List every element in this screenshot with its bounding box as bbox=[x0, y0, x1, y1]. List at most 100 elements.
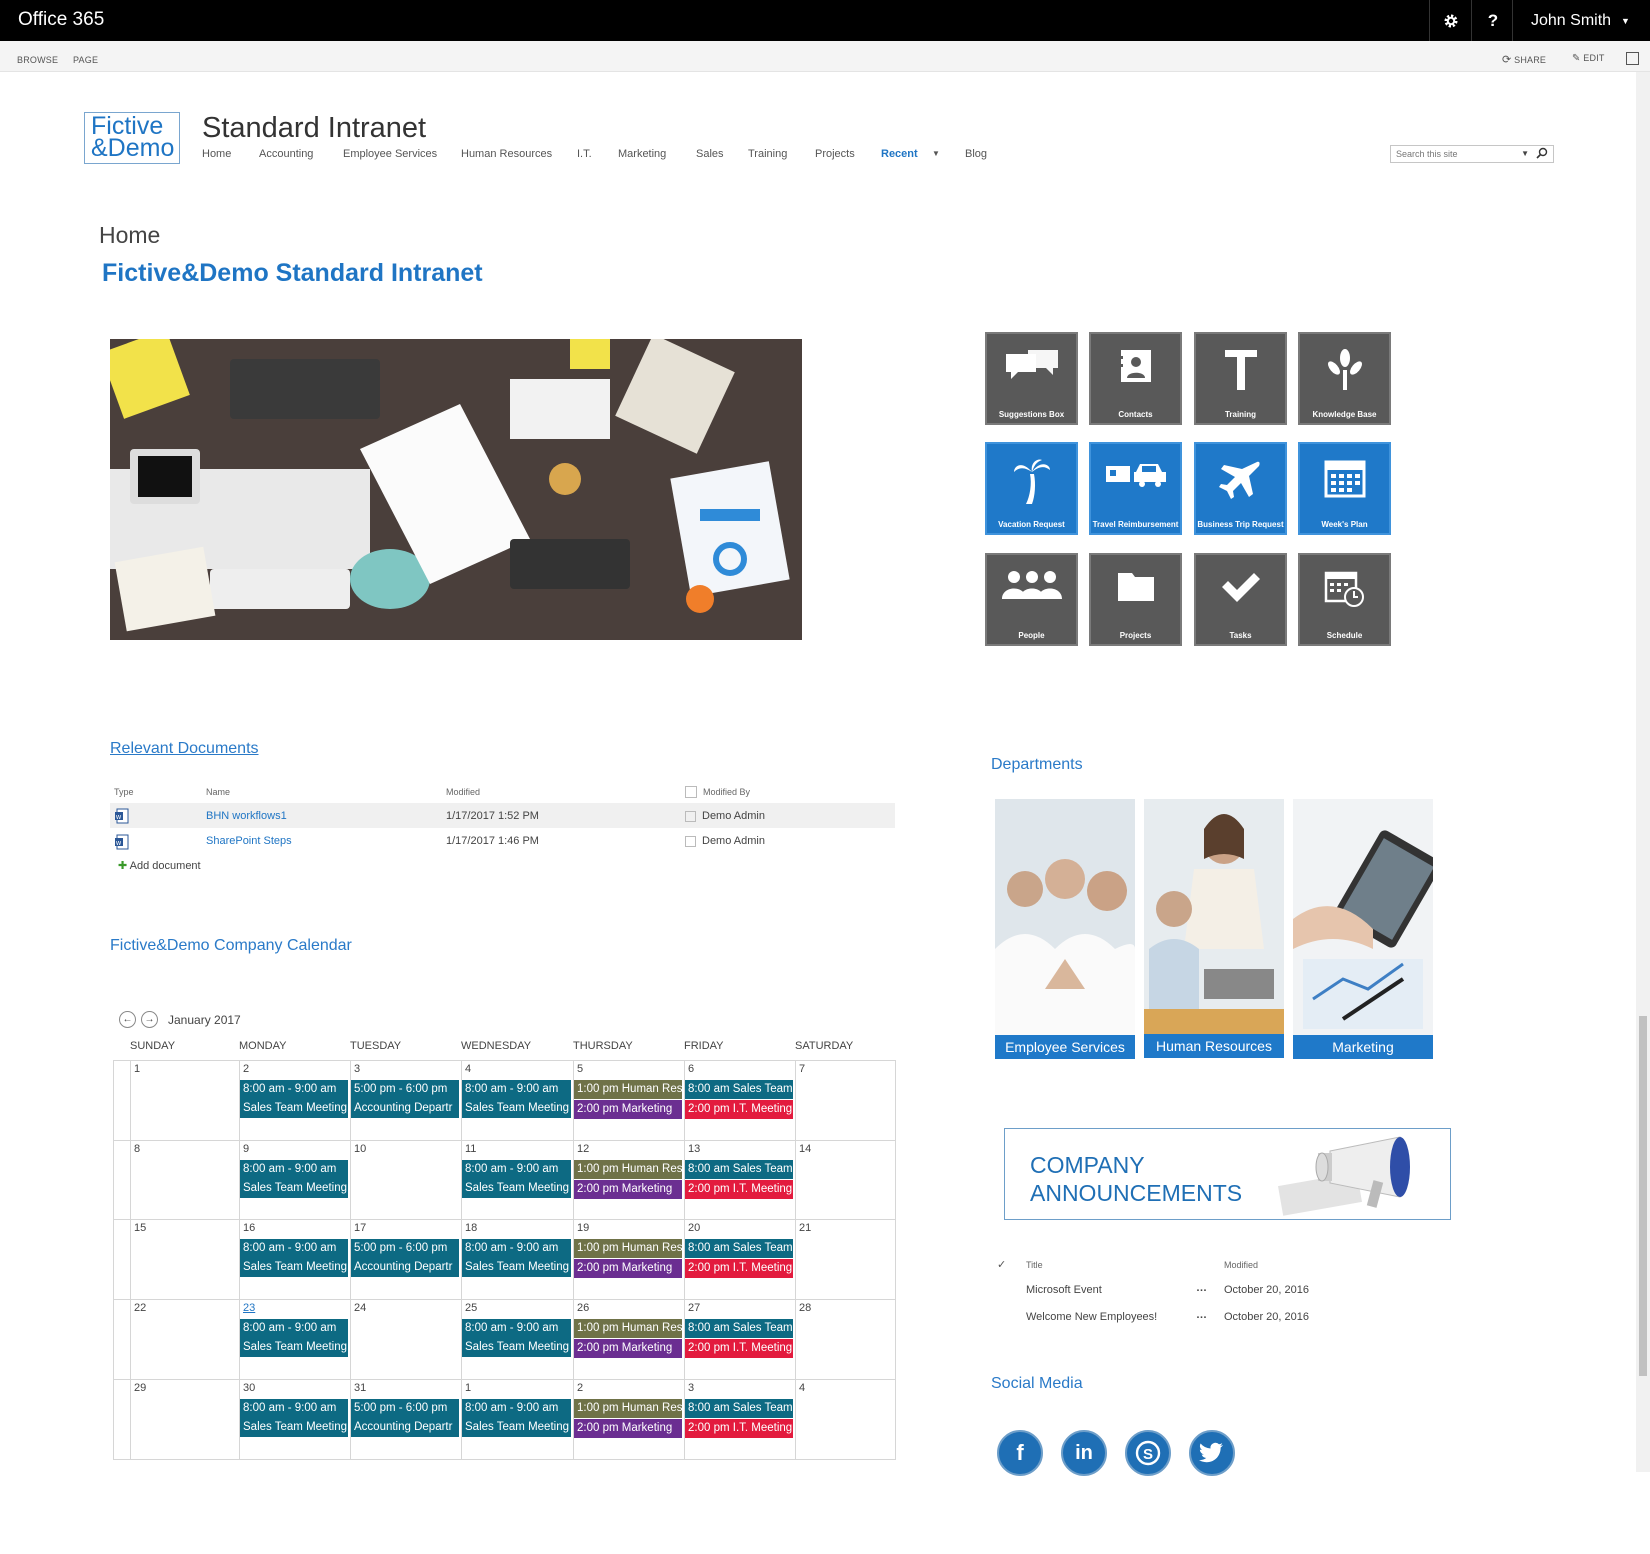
word-doc-icon[interactable]: w bbox=[114, 834, 130, 855]
tile-weeks-plan[interactable]: Week's Plan bbox=[1298, 442, 1391, 535]
col-modified[interactable]: Modified bbox=[446, 787, 480, 797]
user-menu[interactable]: John Smith ▼ bbox=[1512, 0, 1650, 41]
tile-tasks[interactable]: Tasks bbox=[1194, 553, 1287, 646]
nav-marketing[interactable]: Marketing bbox=[618, 148, 666, 160]
nav-accounting[interactable]: Accounting bbox=[259, 148, 313, 160]
event-it-meeting[interactable]: 2:00 pm I.T. Meeting bbox=[685, 1339, 793, 1358]
calendar-title[interactable]: Fictive&Demo Company Calendar bbox=[110, 937, 352, 955]
calendar-day-number[interactable]: 17 bbox=[354, 1222, 366, 1234]
event-sales-team-meeting[interactable]: Sales Team Meeting bbox=[240, 1418, 348, 1437]
nav-recent[interactable]: Recent bbox=[881, 148, 918, 160]
event-human-resources[interactable]: 1:00 pm Human Res bbox=[574, 1160, 682, 1179]
calendar-day-number[interactable]: 28 bbox=[799, 1302, 811, 1314]
event-human-resources[interactable]: 1:00 pm Human Res bbox=[574, 1239, 682, 1258]
calendar-day-number[interactable]: 22 bbox=[134, 1302, 146, 1314]
tile-vacation-request[interactable]: Vacation Request bbox=[985, 442, 1078, 535]
calendar-day-number[interactable]: 1 bbox=[134, 1063, 140, 1075]
event-sales-team[interactable]: 8:00 am Sales Team bbox=[685, 1080, 793, 1099]
calendar-day-number[interactable]: 16 bbox=[243, 1222, 255, 1234]
event-sales-team-meeting[interactable]: 8:00 am - 9:00 am bbox=[462, 1399, 571, 1418]
event-sales-team-meeting[interactable]: Sales Team Meeting bbox=[462, 1258, 571, 1277]
dept-human-resources[interactable] bbox=[1144, 799, 1284, 1039]
scrollbar-thumb[interactable] bbox=[1639, 1016, 1647, 1376]
settings-button[interactable] bbox=[1429, 0, 1472, 41]
event-sales-team-meeting[interactable]: Sales Team Meeting bbox=[462, 1099, 571, 1118]
col-type[interactable]: Type bbox=[114, 787, 134, 797]
event-accounting-department[interactable]: 5:00 pm - 6:00 pm bbox=[351, 1399, 459, 1418]
calendar-day-number[interactable]: 4 bbox=[465, 1063, 471, 1075]
calendar-day-number[interactable]: 30 bbox=[243, 1382, 255, 1394]
nav-training[interactable]: Training bbox=[748, 148, 787, 160]
site-logo[interactable]: Fictive &Demo bbox=[84, 112, 180, 164]
nav-projects[interactable]: Projects bbox=[815, 148, 855, 160]
chevron-down-icon[interactable]: ▼ bbox=[932, 149, 940, 158]
focus-mode-icon[interactable] bbox=[1626, 52, 1639, 65]
calendar-day-number[interactable]: 20 bbox=[688, 1222, 700, 1234]
calendar-day-number[interactable]: 14 bbox=[799, 1143, 811, 1155]
event-it-meeting[interactable]: 2:00 pm I.T. Meeting bbox=[685, 1259, 793, 1278]
event-it-meeting[interactable]: 2:00 pm I.T. Meeting bbox=[685, 1180, 793, 1199]
vertical-scrollbar[interactable] bbox=[1636, 72, 1650, 1472]
tab-browse[interactable]: BROWSE bbox=[17, 55, 58, 65]
tab-page[interactable]: PAGE bbox=[73, 55, 98, 65]
event-human-resources[interactable]: 1:00 pm Human Res bbox=[574, 1399, 682, 1418]
event-accounting-department[interactable]: Accounting Departr bbox=[351, 1099, 459, 1118]
event-sales-team-meeting[interactable]: Sales Team Meeting bbox=[240, 1099, 348, 1118]
event-accounting-department[interactable]: 5:00 pm - 6:00 pm bbox=[351, 1239, 459, 1258]
dropdown-arrow-icon[interactable]: ▼ bbox=[1521, 149, 1529, 158]
tile-people[interactable]: People bbox=[985, 553, 1078, 646]
doc-modified-by[interactable]: Demo Admin bbox=[702, 810, 765, 822]
calendar-day-number[interactable]: 2 bbox=[243, 1063, 249, 1075]
event-sales-team[interactable]: 8:00 am Sales Team bbox=[685, 1399, 793, 1418]
share-button[interactable]: ⟳ SHARE bbox=[1502, 53, 1546, 66]
dept-employee-services[interactable] bbox=[995, 799, 1135, 1039]
tile-training[interactable]: Training bbox=[1194, 332, 1287, 425]
event-human-resources[interactable]: 1:00 pm Human Res bbox=[574, 1319, 682, 1338]
event-sales-team-meeting[interactable]: 8:00 am - 9:00 am bbox=[240, 1160, 348, 1179]
event-sales-team-meeting[interactable]: 8:00 am - 9:00 am bbox=[240, 1080, 348, 1099]
col-modified[interactable]: Modified bbox=[1224, 1260, 1258, 1270]
event-sales-team-meeting[interactable]: Sales Team Meeting bbox=[462, 1179, 571, 1198]
calendar-day-number[interactable]: 15 bbox=[134, 1222, 146, 1234]
event-sales-team-meeting[interactable]: 8:00 am - 9:00 am bbox=[240, 1239, 348, 1258]
nav-blog[interactable]: Blog bbox=[965, 148, 987, 160]
event-sales-team-meeting[interactable]: 8:00 am - 9:00 am bbox=[462, 1319, 571, 1338]
add-document-button[interactable]: ✚ Add document bbox=[118, 859, 201, 872]
calendar-day-number[interactable]: 26 bbox=[577, 1302, 589, 1314]
calendar-day-number[interactable]: 5 bbox=[577, 1063, 583, 1075]
calendar-day-number[interactable]: 9 bbox=[243, 1143, 249, 1155]
calendar-day-number[interactable]: 23 bbox=[243, 1302, 255, 1314]
more-options-icon[interactable]: … bbox=[1196, 1282, 1207, 1294]
calendar-day-number[interactable]: 18 bbox=[465, 1222, 477, 1234]
event-marketing[interactable]: 2:00 pm Marketing bbox=[574, 1180, 682, 1199]
dept-human-resources-label[interactable]: Human Resources bbox=[1144, 1034, 1284, 1058]
event-marketing[interactable]: 2:00 pm Marketing bbox=[574, 1339, 682, 1358]
calendar-day-number[interactable]: 21 bbox=[799, 1222, 811, 1234]
search-icon[interactable] bbox=[1536, 147, 1548, 161]
calendar-day-number[interactable]: 25 bbox=[465, 1302, 477, 1314]
checkmark-icon[interactable]: ✓ bbox=[997, 1258, 1006, 1271]
calendar-day-number[interactable]: 27 bbox=[688, 1302, 700, 1314]
event-marketing[interactable]: 2:00 pm Marketing bbox=[574, 1419, 682, 1438]
event-sales-team-meeting[interactable]: Sales Team Meeting bbox=[240, 1338, 348, 1357]
tile-contacts[interactable]: Contacts bbox=[1089, 332, 1182, 425]
calendar-day-number[interactable]: 4 bbox=[799, 1382, 805, 1394]
row-checkbox[interactable] bbox=[685, 836, 696, 847]
calendar-day-number[interactable]: 8 bbox=[134, 1143, 140, 1155]
row-checkbox[interactable] bbox=[685, 811, 696, 822]
col-title[interactable]: Title bbox=[1026, 1260, 1043, 1270]
event-sales-team[interactable]: 8:00 am Sales Team bbox=[685, 1319, 793, 1338]
announcement-title[interactable]: Welcome New Employees! bbox=[1026, 1311, 1157, 1323]
event-it-meeting[interactable]: 2:00 pm I.T. Meeting bbox=[685, 1100, 793, 1119]
col-name[interactable]: Name bbox=[206, 787, 230, 797]
app-brand[interactable]: Office 365 bbox=[18, 9, 104, 31]
calendar-day-number[interactable]: 3 bbox=[354, 1063, 360, 1075]
event-sales-team-meeting[interactable]: Sales Team Meeting bbox=[462, 1338, 571, 1357]
calendar-day-number[interactable]: 29 bbox=[134, 1382, 146, 1394]
linkedin-icon[interactable]: in bbox=[1061, 1430, 1107, 1476]
event-sales-team-meeting[interactable]: Sales Team Meeting bbox=[240, 1179, 348, 1198]
event-sales-team[interactable]: 8:00 am Sales Team bbox=[685, 1160, 793, 1179]
event-marketing[interactable]: 2:00 pm Marketing bbox=[574, 1259, 682, 1278]
doc-name-link[interactable]: SharePoint Steps bbox=[206, 835, 292, 847]
nav-employee-services[interactable]: Employee Services bbox=[343, 148, 437, 160]
